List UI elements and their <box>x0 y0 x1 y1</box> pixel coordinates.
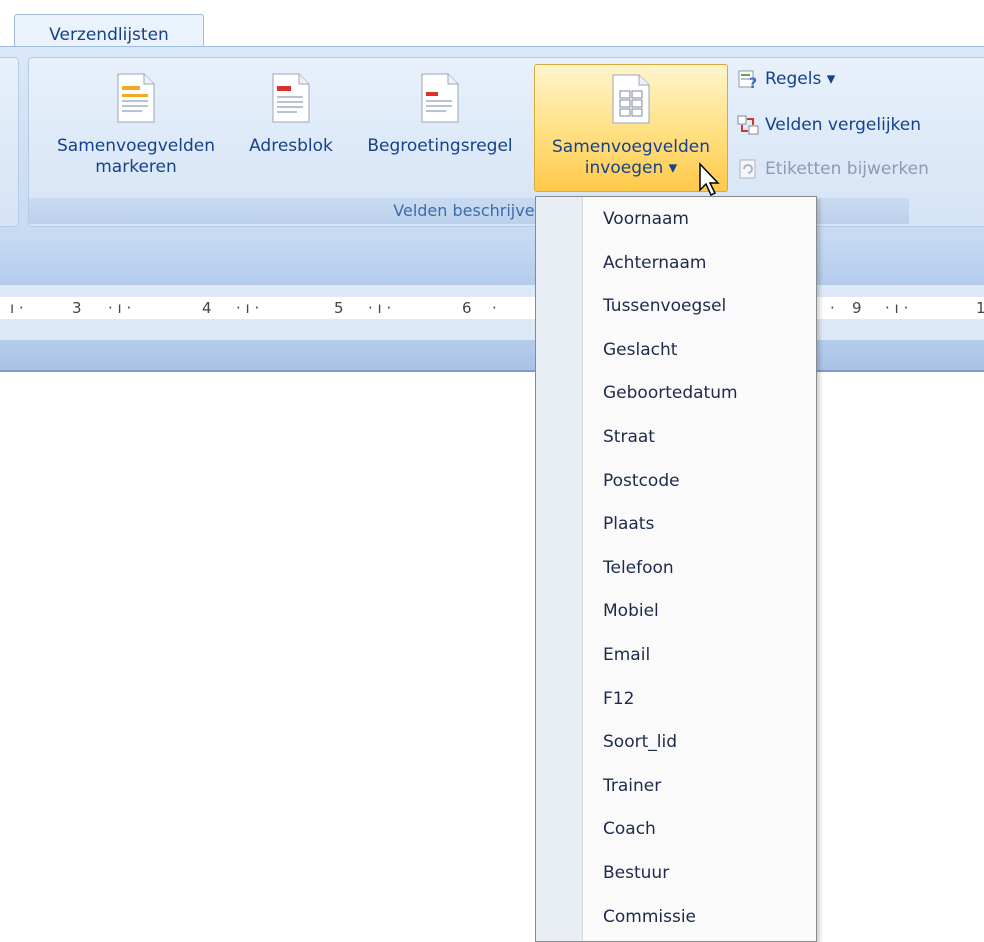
ruler-tick: · <box>492 299 497 317</box>
menu-item[interactable]: Trainer <box>583 765 815 808</box>
match-fields-label: Velden vergelijken <box>765 115 922 135</box>
ruler: ı · 3 · ı · 4 · ı · 5 · ı · 6 · · 9 · ı … <box>0 285 984 340</box>
ruler-strip: ı · 3 · ı · 4 · ı · 5 · ı · 6 · · 9 · ı … <box>0 297 984 319</box>
insert-merge-field-label-1: Samenvoegvelden <box>552 137 710 157</box>
ruler-tick: · ı · <box>236 299 260 317</box>
ruler-number: 1 <box>976 299 984 317</box>
ruler-tick: · ı · <box>368 299 392 317</box>
ruler-number: 6 <box>462 299 472 317</box>
menu-item[interactable]: Voornaam <box>583 198 815 241</box>
ruler-tick: · ı · <box>885 299 909 317</box>
menu-item[interactable]: Postcode <box>583 460 815 503</box>
menu-item[interactable]: Telefoon <box>583 547 815 590</box>
menu-item[interactable]: Soort_lid <box>583 721 815 764</box>
update-labels-button[interactable]: Etiketten bijwerken <box>737 154 929 184</box>
menu-item[interactable]: Commissie <box>583 896 815 939</box>
ribbon-bottom-bar <box>0 235 984 285</box>
rules-button[interactable]: ? Regels ▾ <box>737 64 835 94</box>
greeting-line-icon <box>421 73 459 123</box>
ruler-tick: ı · <box>10 299 24 317</box>
menu-item[interactable]: Bestuur <box>583 852 815 895</box>
ribbon: Samenvoegvelden markeren Adresblok Begro… <box>0 46 984 236</box>
mouse-pointer-icon <box>699 162 720 197</box>
ruler-tick: · ı · <box>108 299 132 317</box>
ruler-lower-band <box>0 340 984 372</box>
menu-item[interactable]: Tussenvoegsel <box>583 285 815 328</box>
menu-gutter <box>536 197 583 941</box>
greeting-line-label: Begroetingsregel <box>367 136 513 156</box>
insert-merge-field-icon <box>612 74 650 124</box>
rules-icon: ? <box>738 70 757 90</box>
address-block-button[interactable]: Adresblok <box>235 64 347 192</box>
update-labels-label: Etiketten bijwerken <box>765 159 929 179</box>
highlight-fields-icon <box>117 73 155 123</box>
match-fields-button[interactable]: Velden vergelijken <box>737 110 921 140</box>
highlight-button-label-2: markeren <box>95 157 177 177</box>
ruler-number: 9 <box>852 299 862 317</box>
address-block-icon <box>272 73 310 123</box>
menu-item[interactable]: Plaats <box>583 503 815 546</box>
ruler-number: 5 <box>334 299 344 317</box>
menu-item[interactable]: Achternaam <box>583 242 815 285</box>
svg-text:?: ? <box>749 76 757 90</box>
menu-item[interactable]: Geslacht <box>583 329 815 372</box>
ruler-number: 3 <box>72 299 82 317</box>
greeting-line-button[interactable]: Begroetingsregel <box>347 64 533 192</box>
menu-item[interactable]: Straat <box>583 416 815 459</box>
rules-label: Regels ▾ <box>765 69 836 89</box>
insert-merge-field-dropdown: Voornaam Achternaam Tussenvoegsel Geslacht G… <box>535 196 817 942</box>
highlight-button-label-1: Samenvoegvelden <box>57 136 215 156</box>
ribbon-group-edge <box>0 57 19 227</box>
update-labels-icon <box>739 159 756 179</box>
menu-item[interactable]: Coach <box>583 808 815 851</box>
ribbon-group-velden-beschrijven: Samenvoegvelden markeren Adresblok Begro… <box>28 57 984 227</box>
menu-item[interactable]: Mobiel <box>583 590 815 633</box>
menu-item[interactable]: F12 <box>583 678 815 721</box>
ruler-number: 4 <box>202 299 212 317</box>
ruler-tick: · <box>830 299 835 317</box>
match-fields-icon <box>737 115 759 135</box>
highlight-merge-fields-button[interactable]: Samenvoegvelden markeren <box>37 64 235 192</box>
menu-item[interactable]: Email <box>583 634 815 677</box>
address-block-label: Adresblok <box>249 136 333 156</box>
menu-item[interactable]: Geboortedatum <box>583 372 815 415</box>
